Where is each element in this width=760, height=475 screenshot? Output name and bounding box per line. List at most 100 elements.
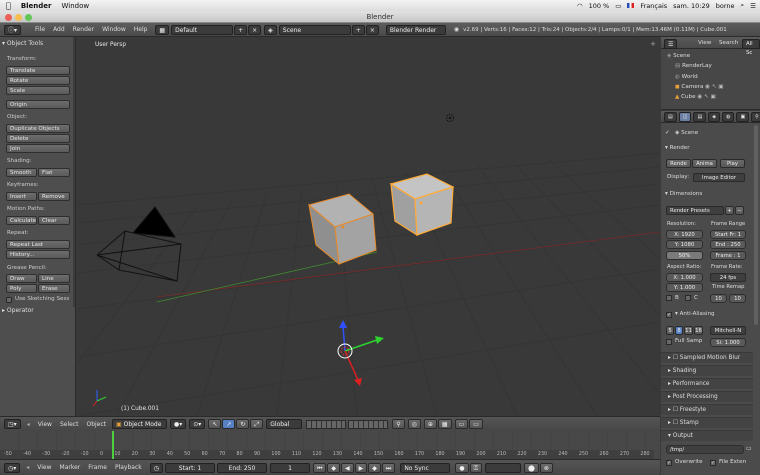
lock-camera-icon[interactable]: ⚲ <box>392 419 405 429</box>
end-frame-field[interactable]: End : 250 <box>710 240 746 249</box>
calculate-button[interactable]: Calculate <box>6 216 37 225</box>
viewport-object-menu[interactable]: Object <box>86 421 106 428</box>
dimensions-section-header[interactable]: ▾ Dimensions <box>665 191 702 197</box>
outliner-editor-icon[interactable]: ☰ <box>664 39 678 49</box>
line-button[interactable]: Line <box>38 274 70 283</box>
remove-keyframe-button[interactable]: Remove <box>38 192 70 201</box>
keyframe-type-icon[interactable]: ● <box>455 462 469 473</box>
layout-icon[interactable]: ▦ <box>155 24 170 35</box>
rotate-manipulator-button[interactable]: ↻ <box>236 419 250 429</box>
scene-icon[interactable]: ◈ <box>264 24 277 35</box>
list-icon[interactable]: ☰ <box>750 2 756 10</box>
viewport-canvas[interactable] <box>77 37 660 416</box>
render-image-button[interactable]: Rende <box>666 159 691 168</box>
border-checkbox[interactable] <box>666 295 672 301</box>
viewport-split-corner-icon[interactable]: + <box>650 40 656 48</box>
timeline-view-menu[interactable]: View <box>37 464 51 471</box>
time-remap-new-field[interactable]: 10 <box>729 294 746 303</box>
duplicate-objects-button[interactable]: Duplicate Objects <box>6 124 70 133</box>
aa-samples-5[interactable]: 5 <box>666 326 674 335</box>
menu-render[interactable]: Render <box>73 26 94 33</box>
render-presets-select[interactable]: Render Presets <box>666 206 724 215</box>
frame-step-field[interactable]: Frame : 1 <box>710 251 746 260</box>
frame-rate-select[interactable]: 24 fps <box>710 273 746 282</box>
delete-button[interactable]: Delete <box>6 134 70 143</box>
output-path-field[interactable]: /tmp/ <box>666 445 744 454</box>
3d-viewport[interactable]: User Persp (1) Cube.001 + <box>77 37 660 416</box>
viewport-editor-type-icon[interactable]: ◳▾ <box>4 419 21 429</box>
stamp-section[interactable]: ▸ ☐ Stamp <box>661 417 753 428</box>
outliner-item-camera[interactable]: ◼ Camera ◉ ↖ ▣ <box>667 82 724 92</box>
repeat-last-button[interactable]: Repeat Last <box>6 240 70 249</box>
timeline-frame-menu[interactable]: Frame <box>88 464 107 471</box>
viewport-shading-select[interactable]: ●▾ <box>170 419 187 429</box>
mode-select[interactable]: ▣ Object Mode <box>112 419 168 429</box>
draw-button[interactable]: Draw <box>6 274 37 283</box>
constraints-tab-icon[interactable]: ⚲ <box>751 111 760 122</box>
apple-menu-icon[interactable]:  <box>6 1 11 10</box>
render-engine-select[interactable]: Blender Render <box>385 24 446 35</box>
properties-scrollbar[interactable] <box>754 125 758 325</box>
render-section-header[interactable]: ▾ Render <box>665 145 690 151</box>
object-tab-icon[interactable]: ▣ <box>736 111 750 122</box>
filter-size-field[interactable]: Si: 1.000 <box>710 338 746 347</box>
pivot-point-select[interactable]: ⊙▾ <box>189 419 206 429</box>
resolution-y-field[interactable]: Y: 1080 <box>666 240 703 249</box>
keying-set-icon[interactable]: ⚿ <box>469 462 483 473</box>
minimize-window-button[interactable] <box>15 14 22 21</box>
jump-start-button[interactable]: ⏮ <box>313 462 327 473</box>
shading-section[interactable]: ▸ Shading <box>661 365 753 376</box>
viewport-view-menu[interactable]: View <box>38 421 52 428</box>
render-preview-icon[interactable]: ▭ <box>454 419 469 429</box>
tool-shelf-scrollbar[interactable] <box>73 37 75 307</box>
scene-close-button[interactable]: × <box>365 24 379 35</box>
app-menu[interactable]: Blender <box>21 2 52 10</box>
menu-file[interactable]: File <box>35 26 45 33</box>
play-animation-button[interactable]: Play <box>720 159 745 168</box>
keying-set-select[interactable] <box>485 462 522 473</box>
snap-icon[interactable]: ⊕ <box>423 419 437 429</box>
user-menu[interactable]: borne <box>716 2 735 10</box>
aa-samples-11[interactable]: 11 <box>684 326 693 335</box>
translate-button[interactable]: Translate <box>6 66 70 75</box>
cube-object[interactable] <box>307 193 377 266</box>
battery-icon[interactable]: ▭ <box>615 2 621 10</box>
menu-help[interactable]: Help <box>134 26 148 33</box>
play-button[interactable]: ▶ <box>354 462 368 473</box>
resolution-percent-slider[interactable]: 50% <box>666 251 703 260</box>
scene-tab-icon[interactable]: ◈ <box>708 111 721 122</box>
zoom-window-button[interactable] <box>25 14 32 21</box>
jump-end-button[interactable]: ⏭ <box>381 462 396 473</box>
clear-button[interactable]: Clear <box>38 216 70 225</box>
object-tools-header[interactable]: ▾ Object Tools <box>2 40 43 47</box>
aa-samples-8[interactable]: 8 <box>675 326 683 335</box>
snap-element-icon[interactable]: ▦ <box>437 419 452 429</box>
render-layers-tab-icon[interactable]: ▤ <box>693 111 707 122</box>
anti-aliasing-checkbox[interactable]: ✓ <box>666 312 672 318</box>
timeline-marker-menu[interactable]: Marker <box>60 464 81 471</box>
layers-row-1[interactable] <box>306 419 347 429</box>
collapse-menu-icon[interactable]: ◂ <box>27 421 30 428</box>
sync-mode-select[interactable]: No Sync <box>400 462 451 473</box>
preset-add-button[interactable]: + <box>725 206 734 215</box>
lamp-object[interactable] <box>446 114 454 122</box>
resolution-x-field[interactable]: X: 1920 <box>666 230 703 239</box>
wifi-icon[interactable]: ◠ <box>577 2 583 10</box>
scale-button[interactable]: Scale <box>6 86 70 95</box>
timeline-collapse-icon[interactable]: ◂ <box>26 464 29 471</box>
scene-select[interactable]: Scene <box>278 24 351 35</box>
start-frame-field[interactable]: Start Fr: 1 <box>710 230 746 239</box>
viewport-select-menu[interactable]: Select <box>60 421 79 428</box>
preset-remove-button[interactable]: − <box>735 206 744 215</box>
scale-manipulator-button[interactable]: ⤢ <box>250 419 264 429</box>
insert-keyframe-icon[interactable]: ⬤ <box>524 462 539 473</box>
clock[interactable]: sam. 10:29 <box>673 2 710 10</box>
render-tab-icon[interactable]: ◫ <box>678 111 692 122</box>
search-icon[interactable]: ⌕ <box>741 1 745 10</box>
timeline-editor-type-icon[interactable]: ◷▾ <box>4 462 21 473</box>
layout-select[interactable]: Default <box>171 24 234 35</box>
transform-manipulator[interactable] <box>337 320 384 386</box>
erase-button[interactable]: Erase <box>38 284 70 293</box>
freestyle-section[interactable]: ▸ ☐ Freestyle <box>661 404 753 415</box>
poly-button[interactable]: Poly <box>6 284 37 293</box>
